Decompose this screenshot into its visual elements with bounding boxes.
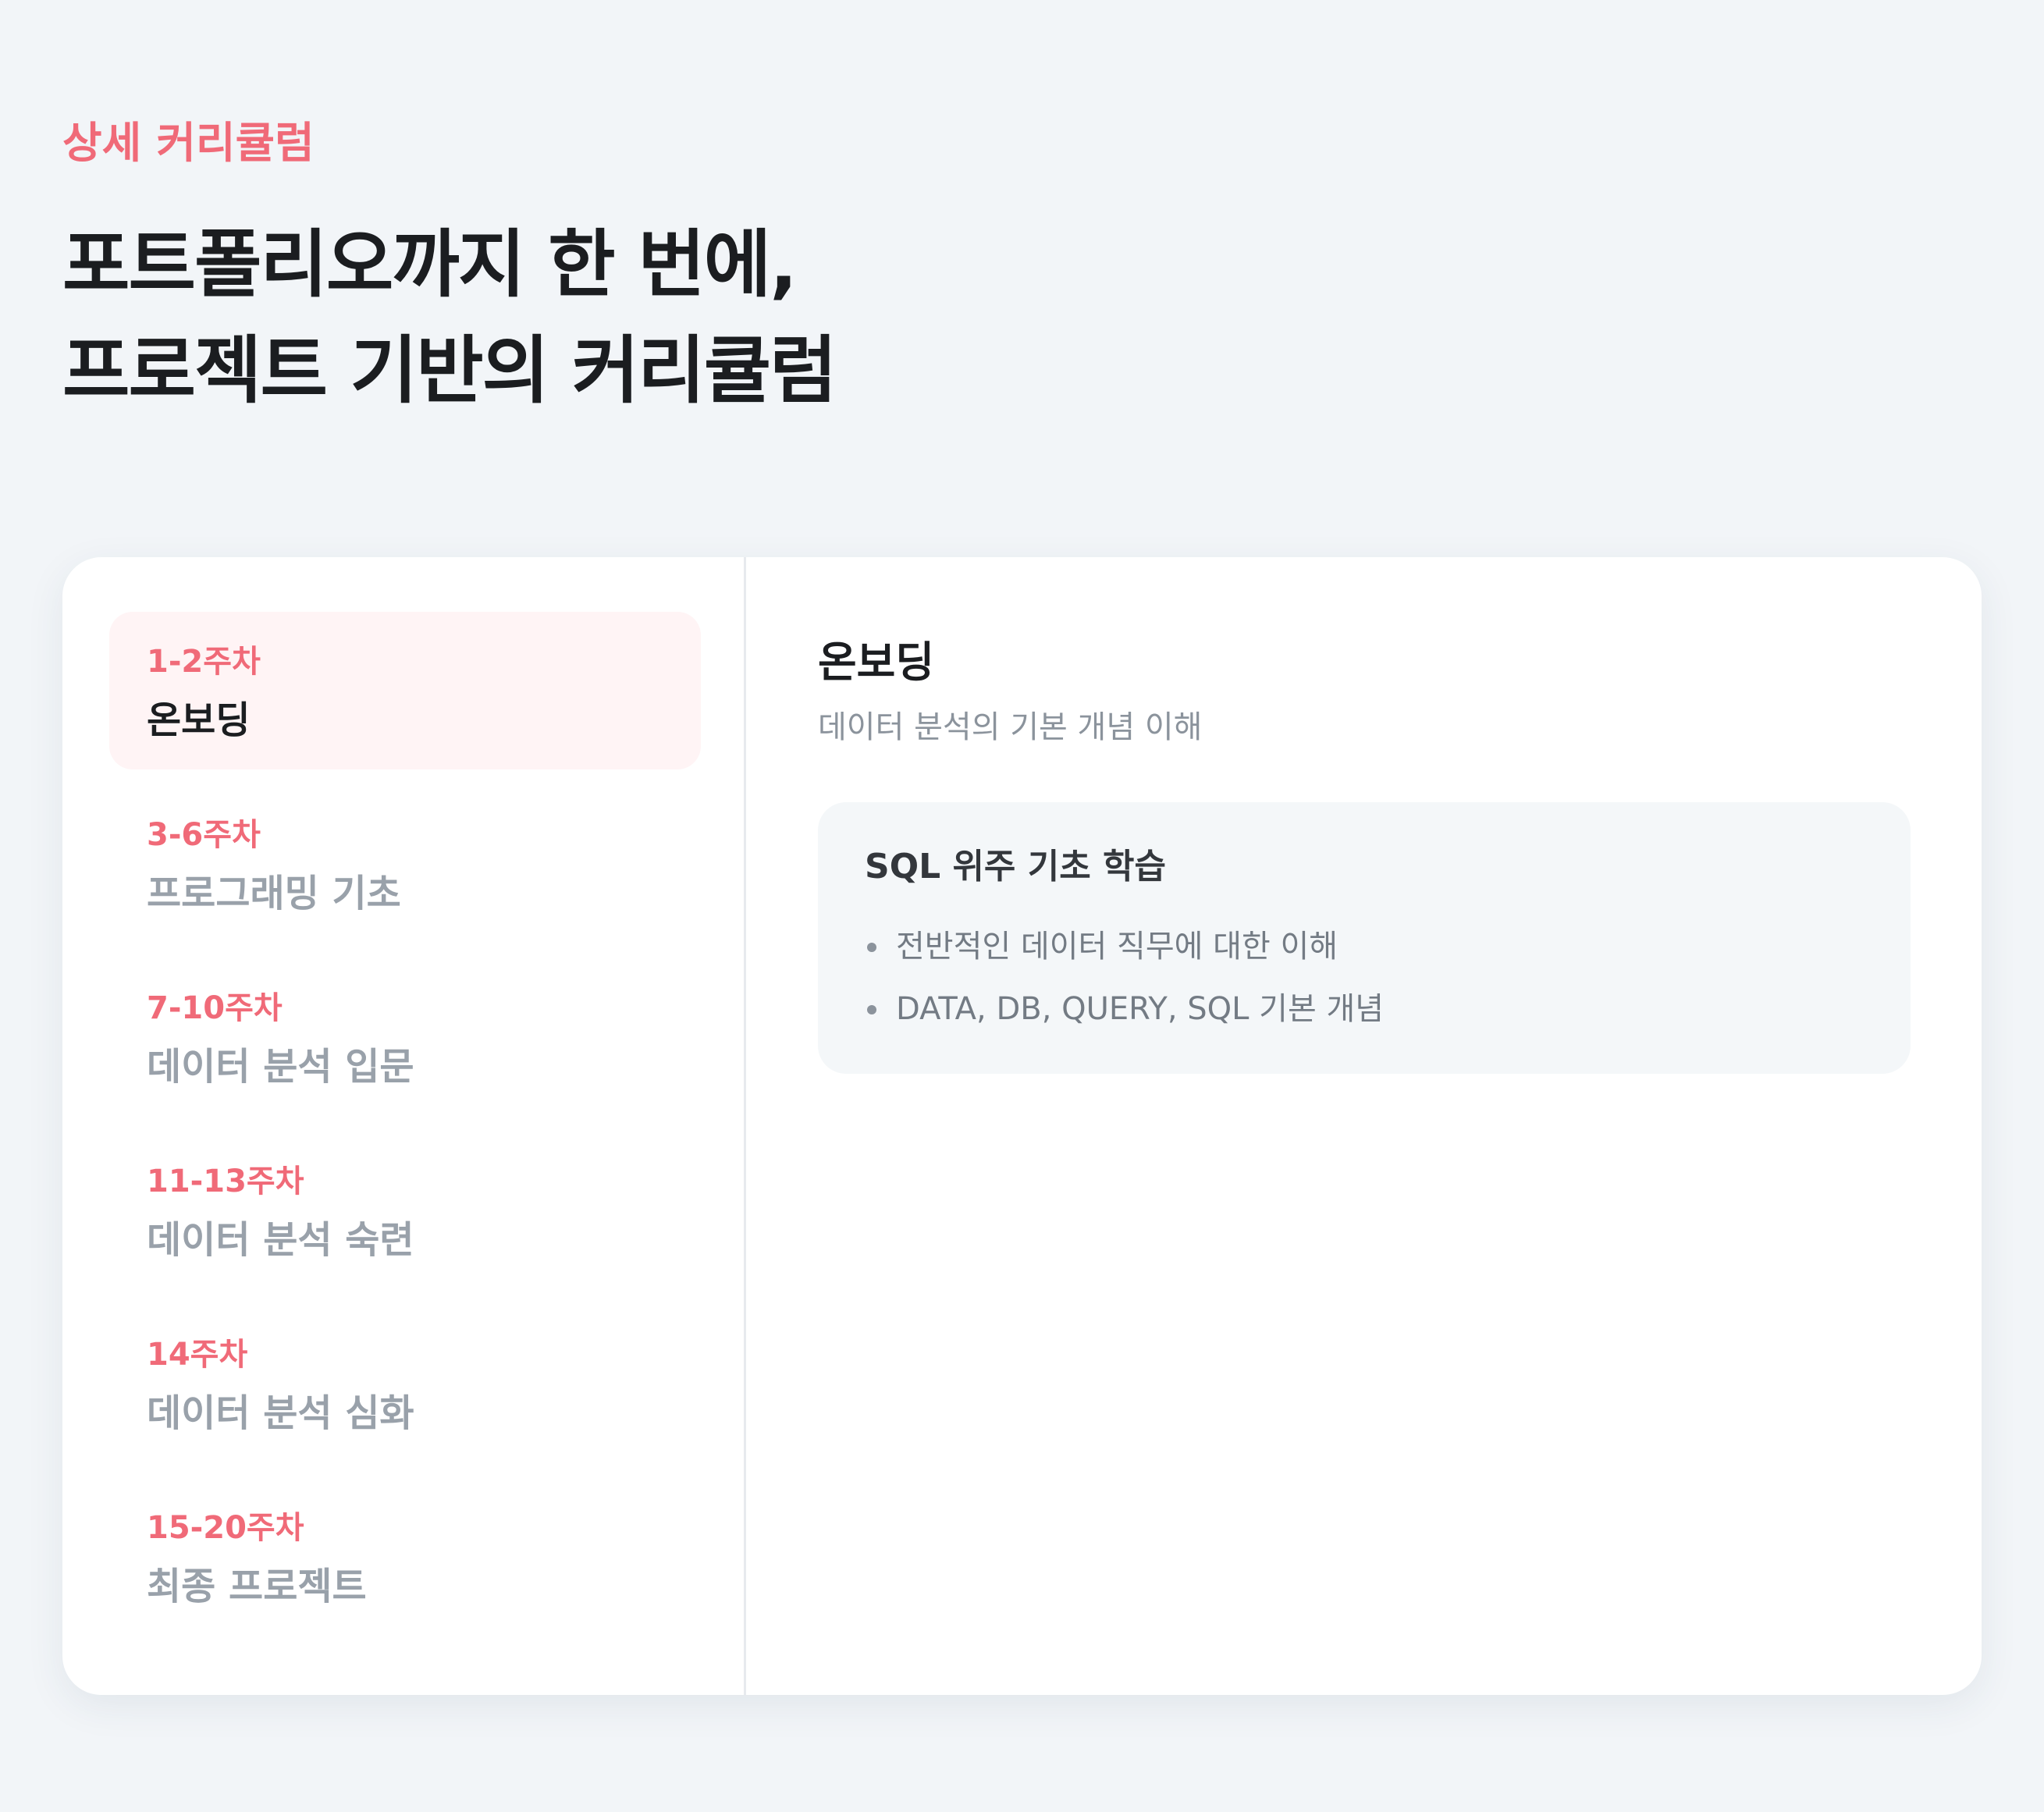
nav-item-data-analysis-intro[interactable]: 7-10주차 데이터 분석 입문	[109, 958, 701, 1116]
detail-title: 온보딩	[818, 638, 935, 687]
nav-item-data-analysis-skilled[interactable]: 11-13주차 데이터 분석 숙련	[109, 1132, 701, 1289]
topic-list-item-text: DATA, DB, QUERY, SQL 기본 개념	[896, 991, 1385, 1027]
headline-line-1: 포트폴리오까지 한 번에,	[62, 222, 798, 307]
topic-box: SQL 위주 기초 학습 전반적인 데이터 직무에 대한 이해 DATA, DB…	[818, 802, 1911, 1074]
nav-item-final-project[interactable]: 15-20주차 최종 프로젝트	[109, 1478, 701, 1636]
nav-item-onboarding[interactable]: 1-2주차 온보딩	[109, 612, 701, 769]
headline-line-2: 프로젝트 기반의 커리큘럼	[62, 329, 837, 414]
nav-item-week: 15-20주차	[147, 1510, 304, 1546]
nav-item-week: 14주차	[147, 1337, 248, 1373]
nav-item-week: 3-6주차	[147, 817, 261, 853]
nav-item-title: 최종 프로젝트	[147, 1565, 367, 1608]
nav-item-title: 데이터 분석 심화	[147, 1391, 414, 1435]
nav-item-week: 1-2주차	[147, 644, 261, 680]
topic-title: SQL 위주 기초 학습	[865, 847, 1166, 886]
section-eyebrow: 상세 커리큘럼	[62, 118, 315, 168]
page-headline: 포트폴리오까지 한 번에, 프로젝트 기반의 커리큘럼	[62, 212, 837, 425]
curriculum-week-nav: 1-2주차 온보딩 3-6주차 프로그래밍 기초 7-10주차 데이터 분석 입…	[62, 557, 746, 1695]
curriculum-detail-panel: 온보딩 데이터 분석의 기본 개념 이해 SQL 위주 기초 학습 전반적인 데…	[818, 557, 1982, 1695]
curriculum-card: 1-2주차 온보딩 3-6주차 프로그래밍 기초 7-10주차 데이터 분석 입…	[62, 557, 1982, 1695]
nav-item-title: 데이터 분석 숙련	[147, 1218, 414, 1262]
nav-item-title: 프로그래밍 기초	[147, 872, 401, 915]
nav-item-week: 7-10주차	[147, 990, 283, 1026]
topic-list-item-text: 전반적인 데이터 직무에 대한 이해	[896, 929, 1338, 965]
detail-subtitle: 데이터 분석의 기본 개념 이해	[818, 709, 1203, 745]
nav-item-week: 11-13주차	[147, 1164, 304, 1199]
nav-item-programming-basics[interactable]: 3-6주차 프로그래밍 기초	[109, 785, 701, 943]
topic-list: 전반적인 데이터 직무에 대한 이해 DATA, DB, QUERY, SQL …	[865, 926, 1911, 1030]
nav-item-title: 온보딩	[147, 698, 251, 742]
bullet-dot-icon	[867, 943, 876, 952]
bullet-dot-icon	[867, 1005, 876, 1014]
topic-list-item: DATA, DB, QUERY, SQL 기본 개념	[865, 988, 1911, 1030]
nav-item-data-analysis-advanced[interactable]: 14주차 데이터 분석 심화	[109, 1305, 701, 1462]
nav-item-title: 데이터 분석 입문	[147, 1045, 414, 1089]
topic-list-item: 전반적인 데이터 직무에 대한 이해	[865, 926, 1911, 968]
